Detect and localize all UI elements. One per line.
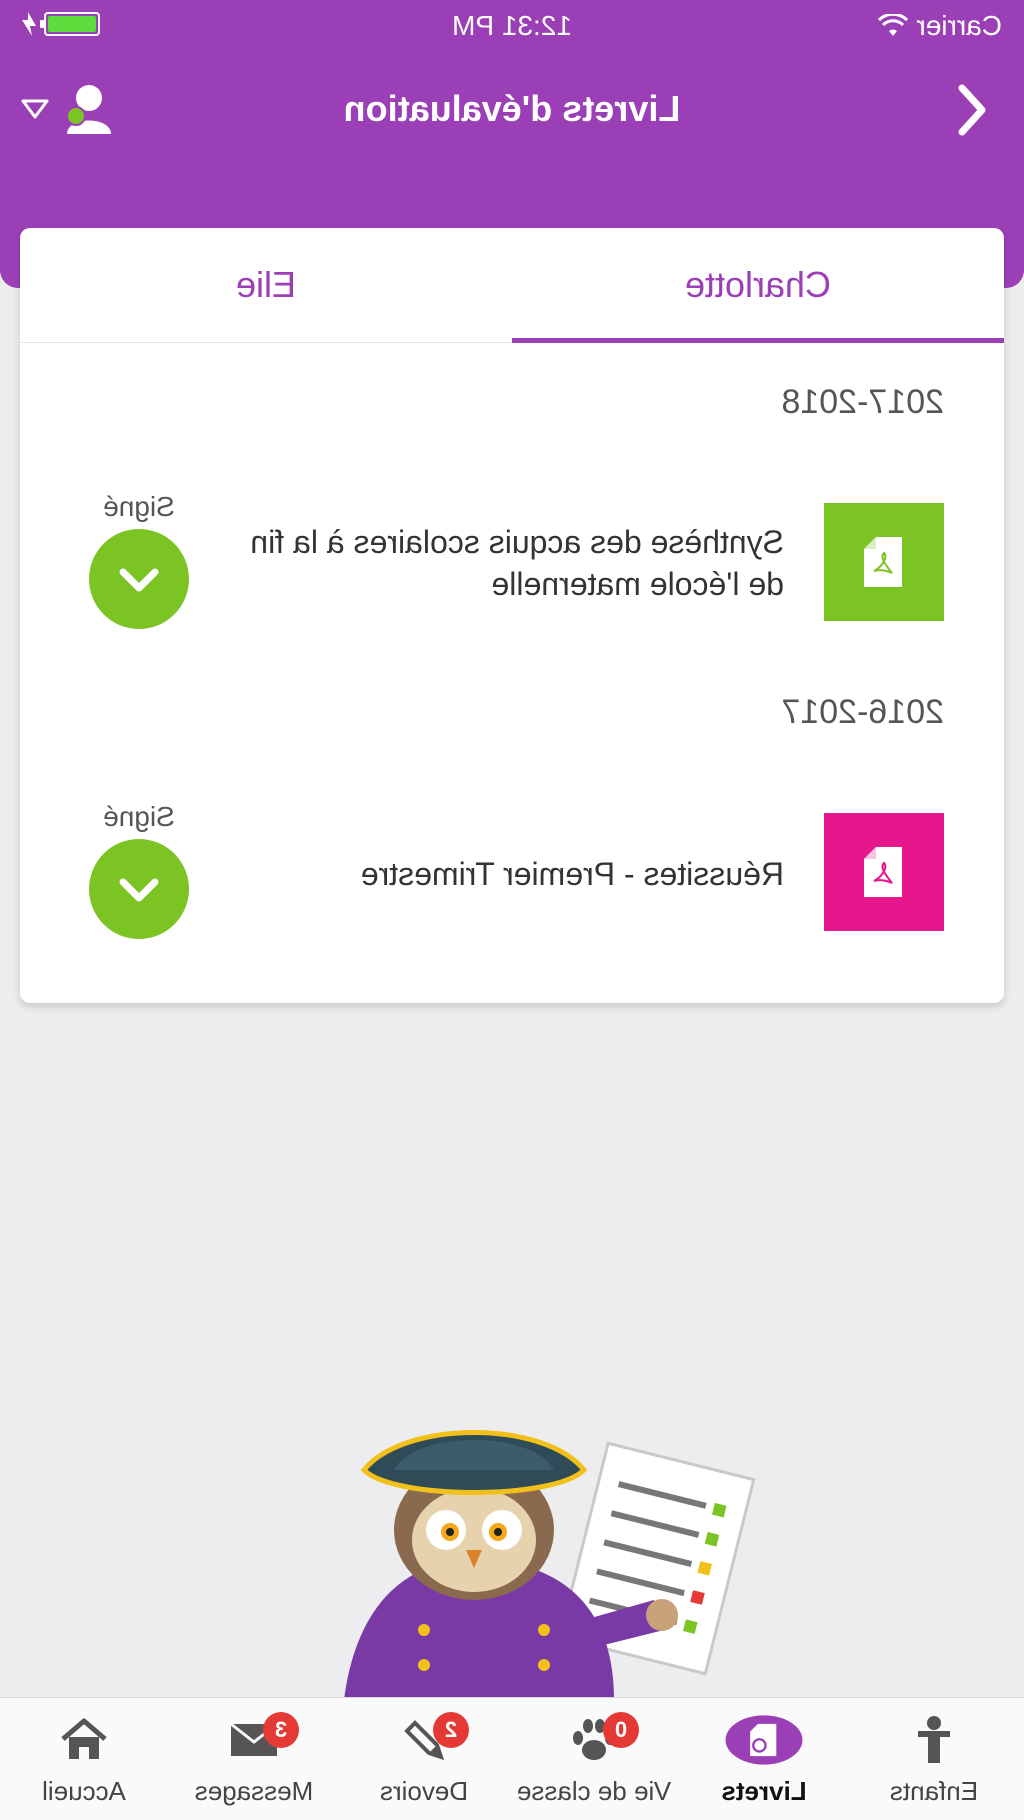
signature-status: Signé	[74, 801, 204, 939]
charging-bolt-icon	[22, 12, 36, 36]
child-icon	[894, 1710, 974, 1770]
tab-enfants[interactable]: Enfants	[849, 1698, 1019, 1820]
pdf-icon	[824, 503, 944, 621]
tab-elie[interactable]: Elie	[20, 228, 512, 342]
tab-messages[interactable]: 3 Messages	[169, 1698, 339, 1820]
user-icon	[66, 85, 111, 134]
booklet-row[interactable]: Synthèse des acquis scolaires à la fin d…	[20, 491, 1004, 633]
child-switcher-button[interactable]	[20, 82, 114, 136]
booklet-title: Synthèse des acquis scolaires à la fin d…	[250, 524, 784, 602]
battery-icon	[44, 12, 100, 36]
pdf-icon	[824, 813, 944, 931]
tab-label: Livrets	[721, 1776, 807, 1806]
tab-label: Accueil	[42, 1776, 126, 1806]
signature-label: Signé	[103, 801, 175, 832]
notification-badge: 3	[263, 1712, 299, 1748]
tab-devoirs[interactable]: 2 Devoirs	[339, 1698, 509, 1820]
booklet-row[interactable]: Réussites - Premier Trimestre Signé	[20, 801, 1004, 943]
booklets-card: Charlotte Elie 2017-2018 Synthèse des ac…	[20, 228, 1004, 1003]
status-bar: Carrier 12:31 PM	[0, 0, 1024, 52]
checkmark-icon	[89, 839, 189, 939]
tab-label: Messages	[194, 1776, 314, 1806]
tab-vie-de-classe[interactable]: 0 Vie de classe	[509, 1698, 679, 1820]
notification-badge: 2	[433, 1712, 469, 1748]
tab-label: Devoirs	[379, 1776, 469, 1806]
tab-charlotte[interactable]: Charlotte	[512, 228, 1004, 342]
notification-badge: 0	[603, 1712, 639, 1748]
battery-indicator	[22, 12, 100, 36]
tab-livrets[interactable]: Livrets	[679, 1698, 849, 1820]
booklet-icon	[724, 1710, 804, 1770]
booklet-title: Réussites - Premier Trimestre	[360, 856, 784, 892]
triangle-down-icon	[21, 99, 49, 119]
signature-label: Signé	[103, 491, 175, 522]
page-title: Livrets d'évaluation	[343, 88, 681, 129]
checkmark-icon	[89, 529, 189, 629]
home-icon	[44, 1710, 124, 1770]
bottom-tab-bar: Accueil 3 Messages 2 Devoirs 0 Vie de cl…	[0, 1697, 1024, 1820]
tab-accueil[interactable]: Accueil	[0, 1698, 169, 1820]
child-tabs: Charlotte Elie	[20, 228, 1004, 343]
app-screen: Carrier 12:31 PM Livrets d'évaluation Ch…	[0, 0, 1024, 1820]
section-year: 2016-2017	[781, 693, 944, 731]
status-time: 12:31 PM	[452, 10, 572, 41]
owl-mascot-illustration	[344, 1430, 756, 1700]
section-year: 2017-2018	[781, 383, 944, 421]
signature-status: Signé	[74, 491, 204, 629]
tab-label: Vie de classe	[516, 1776, 672, 1806]
tab-label: Enfants	[889, 1776, 979, 1806]
app-header: Livrets d'évaluation Charlotte Elie 2017…	[0, 52, 1024, 1003]
